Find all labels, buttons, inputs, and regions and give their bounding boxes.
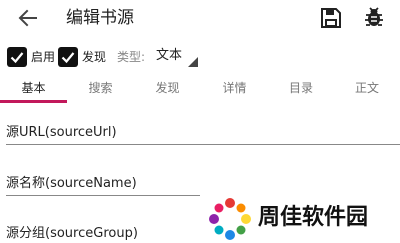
watermark: 周佳软件园 xyxy=(206,195,400,243)
enable-label: 启用 xyxy=(31,50,56,64)
tab-toc[interactable]: 目录 xyxy=(268,74,334,105)
field-underline xyxy=(6,195,200,196)
checkmark-icon xyxy=(61,52,75,64)
bug-icon xyxy=(365,7,383,26)
watermark-text: 周佳软件园 xyxy=(258,205,369,230)
tab-content[interactable]: 正文 xyxy=(334,74,400,105)
tab-search[interactable]: 搜索 xyxy=(67,74,134,105)
type-select[interactable]: 文本 xyxy=(146,44,200,70)
watermark-logo-icon xyxy=(209,198,251,240)
save-icon xyxy=(321,8,341,28)
select-caret-icon xyxy=(188,57,198,67)
options-row: 启用 发现 类型: 文本 xyxy=(0,44,400,74)
source-group-label: 源分组(sourceGroup) xyxy=(6,226,138,241)
tab-discover[interactable]: 发现 xyxy=(134,74,201,105)
edit-source-screen: 编辑书源 启用 发现 类型: 文本 基本 搜索 发现 详情 目录 正文 源URL… xyxy=(0,0,400,243)
checkmark-icon xyxy=(10,52,24,64)
source-name-label: 源名称(sourceName) xyxy=(6,176,137,191)
enable-checkbox[interactable] xyxy=(7,47,27,67)
debug-button[interactable] xyxy=(362,5,386,29)
save-button[interactable] xyxy=(319,6,343,30)
toolbar: 编辑书源 xyxy=(0,0,400,36)
source-url-label: 源URL(sourceUrl) xyxy=(6,125,117,140)
arrow-left-icon xyxy=(18,9,37,27)
source-url-field[interactable]: 源URL(sourceUrl) xyxy=(6,124,400,145)
source-group-field[interactable]: 源分组(sourceGroup) xyxy=(6,225,206,243)
page-title: 编辑书源 xyxy=(66,8,134,28)
field-underline xyxy=(6,144,400,145)
source-name-field[interactable]: 源名称(sourceName) xyxy=(6,175,200,196)
discover-label: 发现 xyxy=(82,50,107,64)
tab-detail[interactable]: 详情 xyxy=(201,74,268,105)
back-button[interactable] xyxy=(16,6,40,30)
type-value: 文本 xyxy=(156,48,183,63)
type-label: 类型: xyxy=(117,50,146,64)
tab-indicator xyxy=(0,100,67,103)
discover-checkbox[interactable] xyxy=(58,47,78,67)
